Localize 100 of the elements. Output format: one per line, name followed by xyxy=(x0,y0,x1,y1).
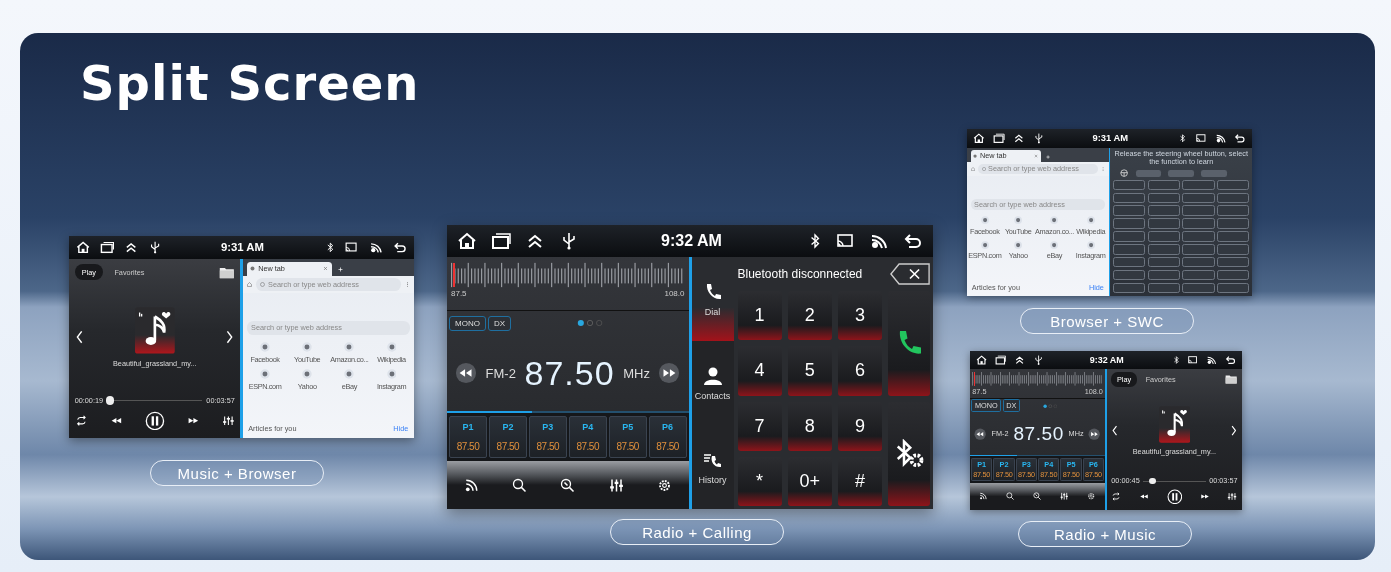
search-field[interactable]: Search or type web address xyxy=(970,199,1106,211)
slider-thumb[interactable] xyxy=(105,396,115,405)
site-shortcut-icon[interactable] xyxy=(302,341,313,352)
function-key[interactable] xyxy=(1147,269,1180,281)
function-key[interactable] xyxy=(1113,269,1146,281)
search-icon[interactable] xyxy=(511,477,527,493)
back-icon[interactable] xyxy=(903,232,923,250)
previous-track-chevron-icon[interactable] xyxy=(76,330,84,345)
function-key[interactable] xyxy=(1182,218,1215,229)
preset-button[interactable]: P2 87.50 xyxy=(488,416,527,458)
preset-button[interactable]: P1 87.50 xyxy=(449,416,487,458)
function-key[interactable] xyxy=(1182,192,1215,204)
site-shortcut-icon[interactable] xyxy=(1086,240,1095,249)
site-shortcut-icon[interactable] xyxy=(344,341,355,352)
site-shortcut-icon[interactable] xyxy=(1050,216,1059,225)
frequency-scale[interactable] xyxy=(451,261,685,289)
function-key[interactable] xyxy=(1113,282,1146,294)
home-icon[interactable] xyxy=(76,240,91,254)
function-key[interactable] xyxy=(1216,231,1250,242)
preset-button[interactable]: P5 87.50 xyxy=(608,416,647,458)
dialer-nav-item[interactable]: Dial xyxy=(691,257,734,341)
site-shortcut-icon[interactable] xyxy=(980,216,989,225)
home-icon[interactable] xyxy=(457,232,477,250)
function-key[interactable] xyxy=(1113,192,1146,204)
site-shortcut-icon[interactable] xyxy=(260,369,270,380)
site-shortcut-icon[interactable] xyxy=(386,369,397,380)
site-shortcut-icon[interactable] xyxy=(260,341,270,352)
function-key[interactable] xyxy=(1147,244,1180,255)
function-key[interactable] xyxy=(1216,205,1250,216)
frequency-scale[interactable] xyxy=(972,371,1103,387)
function-key[interactable] xyxy=(1182,231,1215,242)
browser-tab[interactable]: New tab xyxy=(246,261,332,276)
function-key[interactable] xyxy=(1113,205,1146,216)
more-dots-icon[interactable] xyxy=(404,281,410,287)
function-key[interactable] xyxy=(1182,205,1215,216)
function-key[interactable] xyxy=(1182,269,1215,281)
function-key[interactable] xyxy=(1113,218,1146,229)
function-key[interactable] xyxy=(1113,256,1146,268)
back-icon[interactable] xyxy=(392,240,407,254)
function-key[interactable] xyxy=(1216,192,1250,204)
site-shortcut-icon[interactable] xyxy=(1086,216,1095,225)
player-tab[interactable]: Play xyxy=(74,264,104,281)
site-shortcut-icon[interactable] xyxy=(386,341,397,352)
tuning-needle[interactable] xyxy=(453,263,456,287)
function-key[interactable] xyxy=(1113,179,1146,191)
function-key[interactable] xyxy=(1113,244,1146,255)
site-shortcut-icon[interactable] xyxy=(1014,216,1023,225)
folder-icon[interactable] xyxy=(219,265,235,279)
player-tab[interactable]: Favorites xyxy=(107,264,152,281)
tuning-needle[interactable] xyxy=(973,372,975,386)
preset-button[interactable]: P3 87.50 xyxy=(528,416,567,458)
dialer-nav-item[interactable]: Contacts xyxy=(691,341,734,425)
next-track-chevron-icon[interactable] xyxy=(226,330,234,345)
equalizer-icon[interactable] xyxy=(1060,492,1069,501)
function-key[interactable] xyxy=(1216,179,1250,191)
function-key[interactable] xyxy=(1182,244,1215,255)
rewind-icon[interactable] xyxy=(1138,492,1149,501)
search-field[interactable]: Search or type web address xyxy=(246,321,410,335)
function-key[interactable] xyxy=(1147,192,1180,204)
search-scan-icon[interactable] xyxy=(560,477,576,493)
function-key[interactable] xyxy=(1182,256,1215,268)
mode-button[interactable]: DX xyxy=(487,315,511,331)
function-key[interactable] xyxy=(1216,218,1250,229)
mode-button[interactable]: MONO xyxy=(449,315,486,331)
function-key[interactable] xyxy=(1182,179,1215,191)
hide-link[interactable]: Hide xyxy=(393,424,409,434)
function-key[interactable] xyxy=(1216,256,1250,268)
function-key[interactable] xyxy=(1147,205,1180,216)
equalizer-icon[interactable] xyxy=(1227,492,1238,501)
seek-forward-button[interactable] xyxy=(658,362,681,384)
function-key[interactable] xyxy=(1147,256,1180,268)
site-shortcut-icon[interactable] xyxy=(1050,240,1059,249)
function-key[interactable] xyxy=(1113,231,1146,242)
site-shortcut-icon[interactable] xyxy=(1014,240,1023,249)
backspace-button[interactable] xyxy=(890,263,930,285)
slider-thumb[interactable] xyxy=(1149,477,1156,485)
preset-button[interactable]: P4 87.50 xyxy=(568,416,607,458)
function-key[interactable] xyxy=(1147,179,1180,191)
equalizer-icon[interactable] xyxy=(608,477,624,493)
function-key[interactable] xyxy=(1147,282,1180,294)
settings-icon[interactable] xyxy=(656,477,672,493)
function-key[interactable] xyxy=(1216,269,1250,281)
browser-tab[interactable]: New tab xyxy=(970,150,1041,162)
function-key[interactable] xyxy=(1216,282,1250,294)
function-key[interactable] xyxy=(1147,231,1180,242)
address-field[interactable]: Search or type web address xyxy=(256,277,401,291)
function-key[interactable] xyxy=(1216,244,1250,255)
windows-icon[interactable] xyxy=(491,232,511,250)
hide-link[interactable]: Hide xyxy=(1088,283,1104,292)
seek-back-button[interactable] xyxy=(455,362,477,384)
pause-button[interactable] xyxy=(144,410,165,431)
fast-forward-icon[interactable] xyxy=(1199,492,1210,501)
dialer-nav-item[interactable]: History xyxy=(691,425,734,509)
seek-forward-button[interactable] xyxy=(1088,427,1101,440)
site-shortcut-icon[interactable] xyxy=(302,369,313,380)
site-shortcut-icon[interactable] xyxy=(980,240,989,249)
signal-arcs-icon[interactable] xyxy=(463,477,479,493)
function-key[interactable] xyxy=(1182,282,1215,294)
preset-button[interactable]: P6 87.50 xyxy=(648,416,687,458)
folder-icon[interactable] xyxy=(1225,374,1238,385)
